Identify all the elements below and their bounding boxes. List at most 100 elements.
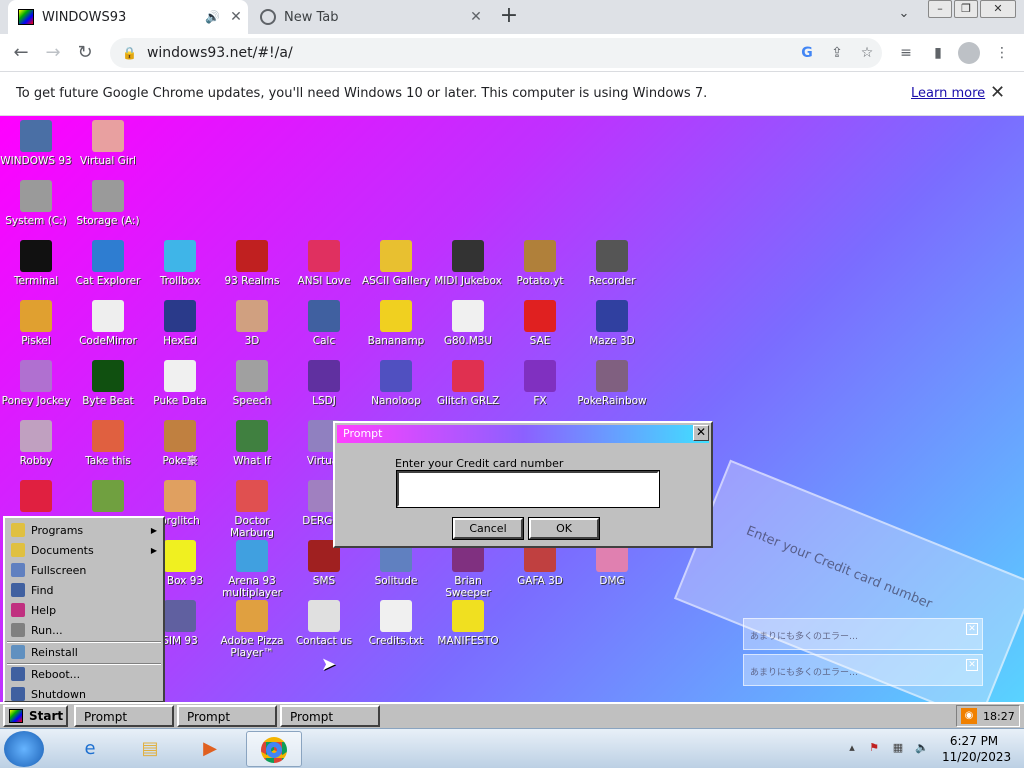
- desktop-icon[interactable]: Piskel: [0, 300, 72, 347]
- desktop-icon[interactable]: Contact us: [288, 600, 360, 647]
- minimize-button[interactable]: –: [928, 0, 952, 18]
- close-tab-icon[interactable]: ✕: [464, 9, 488, 25]
- close-tab-icon[interactable]: ✕: [224, 9, 248, 25]
- desktop-icon[interactable]: Calc: [288, 300, 360, 347]
- close-icon[interactable]: ✕: [966, 623, 978, 635]
- desktop-icon[interactable]: MIDI Jukebox: [432, 240, 504, 287]
- start-menu-item-programs[interactable]: Programs ▶: [7, 520, 161, 540]
- start-menu-item-shutdown[interactable]: Shutdown: [7, 684, 161, 702]
- desktop-icon[interactable]: [72, 480, 144, 515]
- desktop-icon[interactable]: Speech: [216, 360, 288, 407]
- desktop-icon[interactable]: Recorder: [576, 240, 648, 287]
- desktop-icon[interactable]: WINDOWS 93: [0, 120, 72, 167]
- desktop-icon[interactable]: Arena 93 multiplayer: [216, 540, 288, 599]
- volume-muted-icon[interactable]: 🔈: [914, 741, 930, 757]
- url-text[interactable]: windows93.net/#!/a/: [147, 45, 792, 61]
- network-icon[interactable]: ▦: [890, 741, 906, 757]
- start-menu-item-fullscreen[interactable]: Fullscreen: [7, 560, 161, 580]
- start-menu-item-help[interactable]: Help: [7, 600, 161, 620]
- desktop-icon[interactable]: 3D: [216, 300, 288, 347]
- desktop-icon[interactable]: Bananamp: [360, 300, 432, 347]
- prompt-close-button[interactable]: ✕: [693, 425, 709, 441]
- chrome-icon[interactable]: [246, 731, 302, 767]
- tab-new-tab[interactable]: New Tab ✕: [252, 0, 488, 34]
- cancel-button[interactable]: Cancel: [452, 517, 524, 540]
- windows7-start-orb[interactable]: [4, 731, 44, 767]
- infobar-close-icon[interactable]: ✕: [990, 82, 1005, 103]
- desktop-icon[interactable]: Poney Jockey: [0, 360, 72, 407]
- credit-card-input[interactable]: [396, 470, 660, 508]
- start-button[interactable]: Start: [3, 705, 68, 727]
- prompt-title-bar[interactable]: Prompt: [337, 425, 709, 443]
- desktop-icon[interactable]: SAE: [504, 300, 576, 347]
- start-menu-item-find[interactable]: Find: [7, 580, 161, 600]
- google-icon[interactable]: G: [792, 45, 822, 61]
- desktop-icon[interactable]: Trollbox: [144, 240, 216, 287]
- desktop-icon[interactable]: Virtual Girl: [72, 120, 144, 167]
- desktop-icon[interactable]: ANSI Love: [288, 240, 360, 287]
- desktop-icon[interactable]: Maze 3D: [576, 300, 648, 347]
- profile-avatar[interactable]: [958, 42, 980, 64]
- taskbar-task-prompt[interactable]: Prompt: [177, 705, 277, 727]
- share-icon[interactable]: ⇪: [822, 45, 852, 61]
- media-player-icon[interactable]: ▶: [182, 731, 238, 767]
- desktop-icon[interactable]: Cat Explorer: [72, 240, 144, 287]
- action-center-icon[interactable]: ⚑: [866, 741, 882, 757]
- desktop-icon[interactable]: 93 Realms: [216, 240, 288, 287]
- ie-icon[interactable]: e: [62, 731, 118, 767]
- close-icon[interactable]: ✕: [966, 659, 978, 671]
- restore-button[interactable]: ❐: [954, 0, 978, 18]
- desktop-icon[interactable]: Byte Beat: [72, 360, 144, 407]
- start-menu-item-reinstall[interactable]: Reinstall: [7, 642, 161, 662]
- desktop-icon[interactable]: Glitch GRLZ: [432, 360, 504, 407]
- start-menu-item-run[interactable]: Run...: [7, 620, 161, 640]
- close-window-button[interactable]: ✕: [980, 0, 1016, 18]
- desktop-icon[interactable]: HexEd: [144, 300, 216, 347]
- reload-button[interactable]: ↻: [72, 41, 98, 65]
- desktop-icon[interactable]: Doctor Marburg: [216, 480, 288, 539]
- start-menu-item-reboot[interactable]: Reboot...: [7, 664, 161, 684]
- desktop-icon[interactable]: [0, 480, 72, 515]
- desktop-icon[interactable]: Poke豪: [144, 420, 216, 467]
- desktop-icon[interactable]: FX: [504, 360, 576, 407]
- desktop-icon[interactable]: Robby: [0, 420, 72, 467]
- back-button[interactable]: ←: [8, 41, 34, 65]
- desktop-icon[interactable]: Storage (A:): [72, 180, 144, 227]
- learn-more-link[interactable]: Learn more: [911, 86, 985, 101]
- address-bar[interactable]: 🔒 windows93.net/#!/a/ G ⇪ ☆: [110, 38, 882, 68]
- menu-kebab-icon[interactable]: ⋮: [990, 42, 1014, 64]
- lock-icon[interactable]: 🔒: [122, 46, 137, 60]
- bookmark-star-icon[interactable]: ☆: [852, 45, 882, 61]
- desktop-icon[interactable]: Puke Data: [144, 360, 216, 407]
- desktop-icon[interactable]: MANIFESTO: [432, 600, 504, 647]
- desktop-icon[interactable]: G80.M3U: [432, 300, 504, 347]
- speaker-icon[interactable]: 🔊: [205, 10, 220, 24]
- desktop-icon[interactable]: LSDJ: [288, 360, 360, 407]
- desktop-icon[interactable]: CodeMirror: [72, 300, 144, 347]
- new-tab-button[interactable]: +: [496, 4, 522, 30]
- desktop-icon[interactable]: Take this: [72, 420, 144, 467]
- taskbar-task-prompt[interactable]: Prompt: [280, 705, 380, 727]
- desktop-icon[interactable]: Credits.txt: [360, 600, 432, 647]
- start-menu-item-documents[interactable]: Documents ▶: [7, 540, 161, 560]
- desktop-icon[interactable]: PokeRainbow: [576, 360, 648, 407]
- desktop-icon[interactable]: Adobe Pizza Player™: [216, 600, 288, 659]
- tab-search-icon[interactable]: ⌄: [892, 6, 916, 28]
- reading-list-icon[interactable]: ≡: [894, 42, 918, 64]
- desktop-icon[interactable]: Nanoloop: [360, 360, 432, 407]
- explorer-icon[interactable]: ▤: [122, 731, 178, 767]
- forward-button[interactable]: →: [40, 41, 66, 65]
- desktop-icon[interactable]: ASCII Gallery: [360, 240, 432, 287]
- desktop-icon[interactable]: System (C:): [0, 180, 72, 227]
- show-hidden-icons[interactable]: ▴: [844, 741, 860, 757]
- taskbar-task-prompt[interactable]: Prompt: [74, 705, 174, 727]
- desktop-icon[interactable]: What If: [216, 420, 288, 467]
- ok-button[interactable]: OK: [528, 517, 600, 540]
- windows7-clock[interactable]: 6:27 PM 11/20/2023: [942, 733, 1011, 765]
- desktop-icon[interactable]: Terminal: [0, 240, 72, 287]
- tab-windows93[interactable]: WINDOWS93 🔊 ✕: [8, 0, 248, 34]
- side-panel-icon[interactable]: ▮: [926, 42, 950, 64]
- desktop-icon[interactable]: Potato.yt: [504, 240, 576, 287]
- desktop-icon[interactable]: Brian Sweeper: [432, 540, 504, 599]
- rss-icon[interactable]: ◉: [961, 708, 977, 724]
